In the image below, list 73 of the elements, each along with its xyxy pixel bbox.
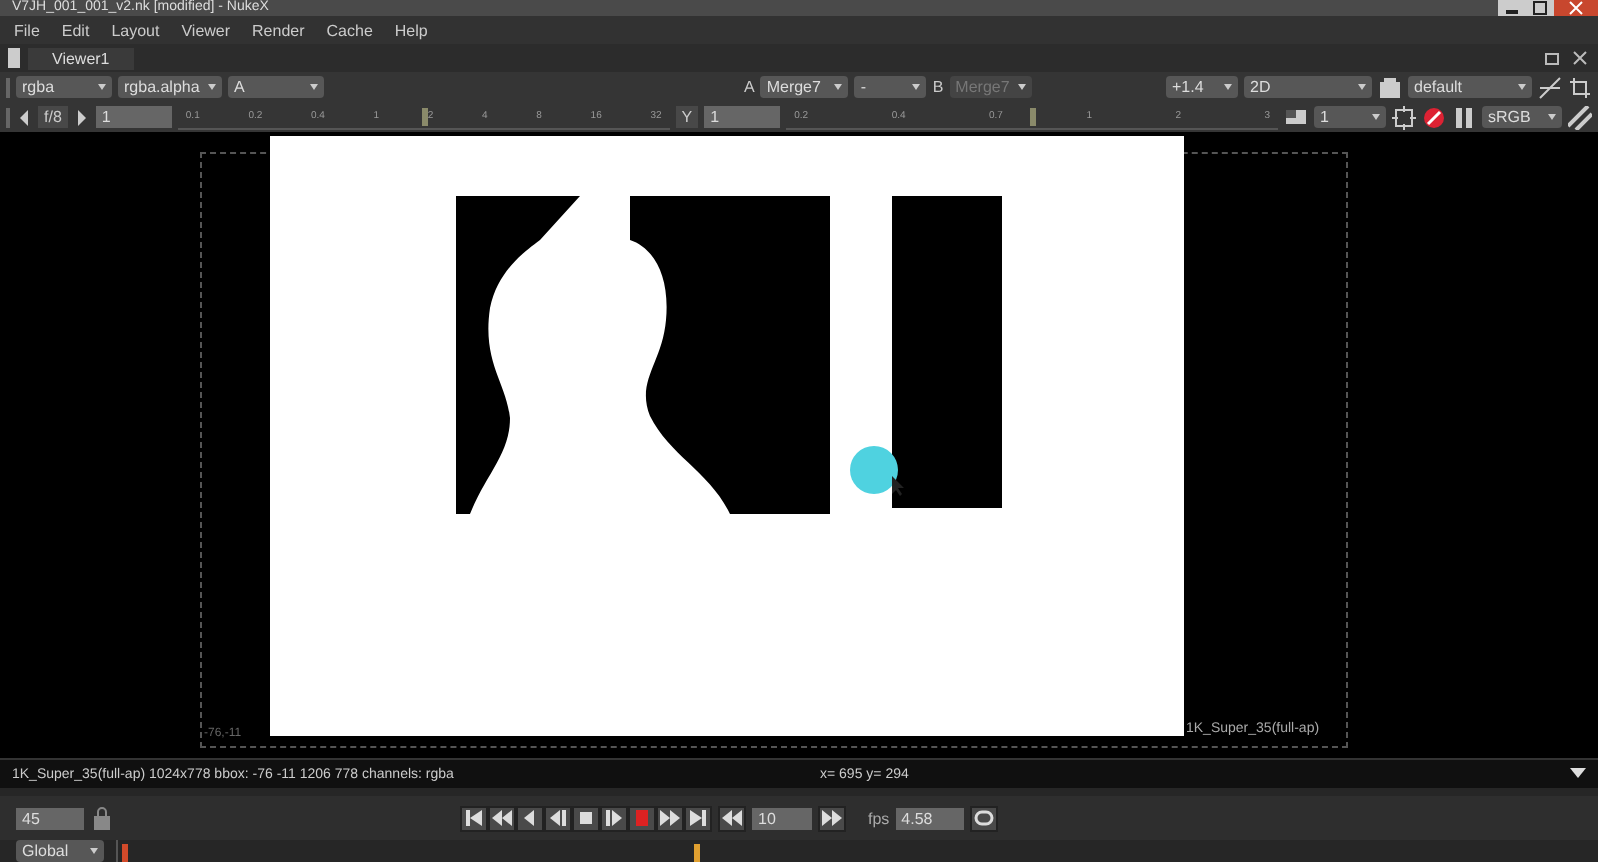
loop-button[interactable] <box>969 805 998 831</box>
output-lut-dropdown[interactable]: sRGB <box>1482 106 1562 128</box>
alpha-dropdown[interactable]: A <box>228 76 324 98</box>
play-backward-button[interactable] <box>544 805 572 831</box>
double-right-arrow-icon <box>820 806 844 830</box>
record-icon <box>630 806 654 830</box>
view-mode-dropdown[interactable]: 2D <box>1244 76 1372 98</box>
roi-icon[interactable] <box>1392 105 1416 129</box>
pause-icon[interactable] <box>1452 105 1476 129</box>
playhead-marker[interactable] <box>694 844 700 862</box>
input-dropdown[interactable]: Merge7 <box>760 76 849 98</box>
stop-sign-icon[interactable] <box>1422 105 1446 129</box>
right-arrow-icon[interactable] <box>73 107 90 127</box>
cursor-spot-icon <box>848 444 900 496</box>
input-label: B <box>932 78 944 96</box>
gain-dropdown[interactable]: +1.4 <box>1166 76 1238 98</box>
pane-handle[interactable] <box>8 48 20 68</box>
layer-dropdown[interactable]: rgba <box>16 76 112 98</box>
slider-thumb[interactable] <box>1030 107 1037 125</box>
lock-icon[interactable] <box>90 806 114 830</box>
last-frame-icon <box>686 806 710 830</box>
menu-item[interactable]: File <box>14 21 40 39</box>
next-keyframe-icon <box>658 806 682 830</box>
viewer-tab[interactable]: Viewer1 <box>28 47 134 69</box>
channel-dropdown[interactable]: rgba.alpha <box>118 76 222 98</box>
menu-item[interactable]: Render <box>252 21 305 39</box>
step-back-button[interactable] <box>516 805 544 831</box>
first-frame-button[interactable] <box>460 805 488 831</box>
gamma-field[interactable]: 1 <box>704 106 781 128</box>
menu-item[interactable]: Help <box>394 21 428 39</box>
menu-item[interactable]: Viewer <box>181 21 231 39</box>
gamma-button[interactable]: Y <box>675 106 699 128</box>
stripes-icon[interactable] <box>1568 105 1592 129</box>
close-icon[interactable] <box>1554 0 1598 16</box>
frame-field[interactable]: 45 <box>16 807 84 829</box>
menu-item[interactable]: Cache <box>326 21 373 39</box>
play-icon <box>602 806 626 830</box>
left-arrow-icon[interactable] <box>16 107 32 127</box>
close-icon[interactable] <box>1570 48 1590 68</box>
last-frame-button[interactable] <box>684 805 712 831</box>
next-keyframe-button[interactable] <box>656 805 684 831</box>
dropdown-arrow-icon[interactable] <box>1570 768 1586 780</box>
fps-field[interactable]: 4.58 <box>895 807 964 829</box>
fps-label: fps <box>868 809 890 827</box>
play-backward-icon <box>546 806 570 830</box>
camera-icon[interactable] <box>1378 75 1402 99</box>
stop-icon <box>574 806 598 830</box>
operation-dropdown[interactable]: - <box>854 76 927 98</box>
menu-item[interactable]: Edit <box>61 21 90 39</box>
play-button[interactable] <box>600 805 628 831</box>
skip-back-button[interactable] <box>718 805 746 831</box>
wipe-icon[interactable] <box>1538 75 1562 99</box>
previous-keyframe-button[interactable] <box>488 805 516 831</box>
first-frame-icon <box>462 806 486 830</box>
slider-thumb[interactable] <box>421 107 428 125</box>
previous-keyframe-icon <box>490 806 514 830</box>
gain-field[interactable]: 1 <box>95 106 172 128</box>
loop-icon <box>971 806 996 830</box>
monitor-icon[interactable] <box>1284 105 1308 129</box>
input-label: A <box>743 78 755 96</box>
fstop-button[interactable]: f/8 <box>38 106 68 128</box>
in-point-marker <box>122 844 128 862</box>
range-dropdown[interactable]: Global <box>16 840 104 862</box>
proxy-dropdown[interactable]: 1 <box>1314 106 1386 128</box>
crop-icon[interactable] <box>1568 75 1592 99</box>
double-left-arrow-icon <box>720 806 744 830</box>
cursor-icon <box>892 476 908 496</box>
float-icon[interactable] <box>1542 48 1562 68</box>
stop-button[interactable] <box>572 805 600 831</box>
lut-dropdown[interactable]: default <box>1408 76 1532 98</box>
skip-forward-button[interactable] <box>818 805 846 831</box>
increment-field[interactable]: 10 <box>752 807 812 829</box>
menu-item[interactable]: Layout <box>111 21 160 39</box>
